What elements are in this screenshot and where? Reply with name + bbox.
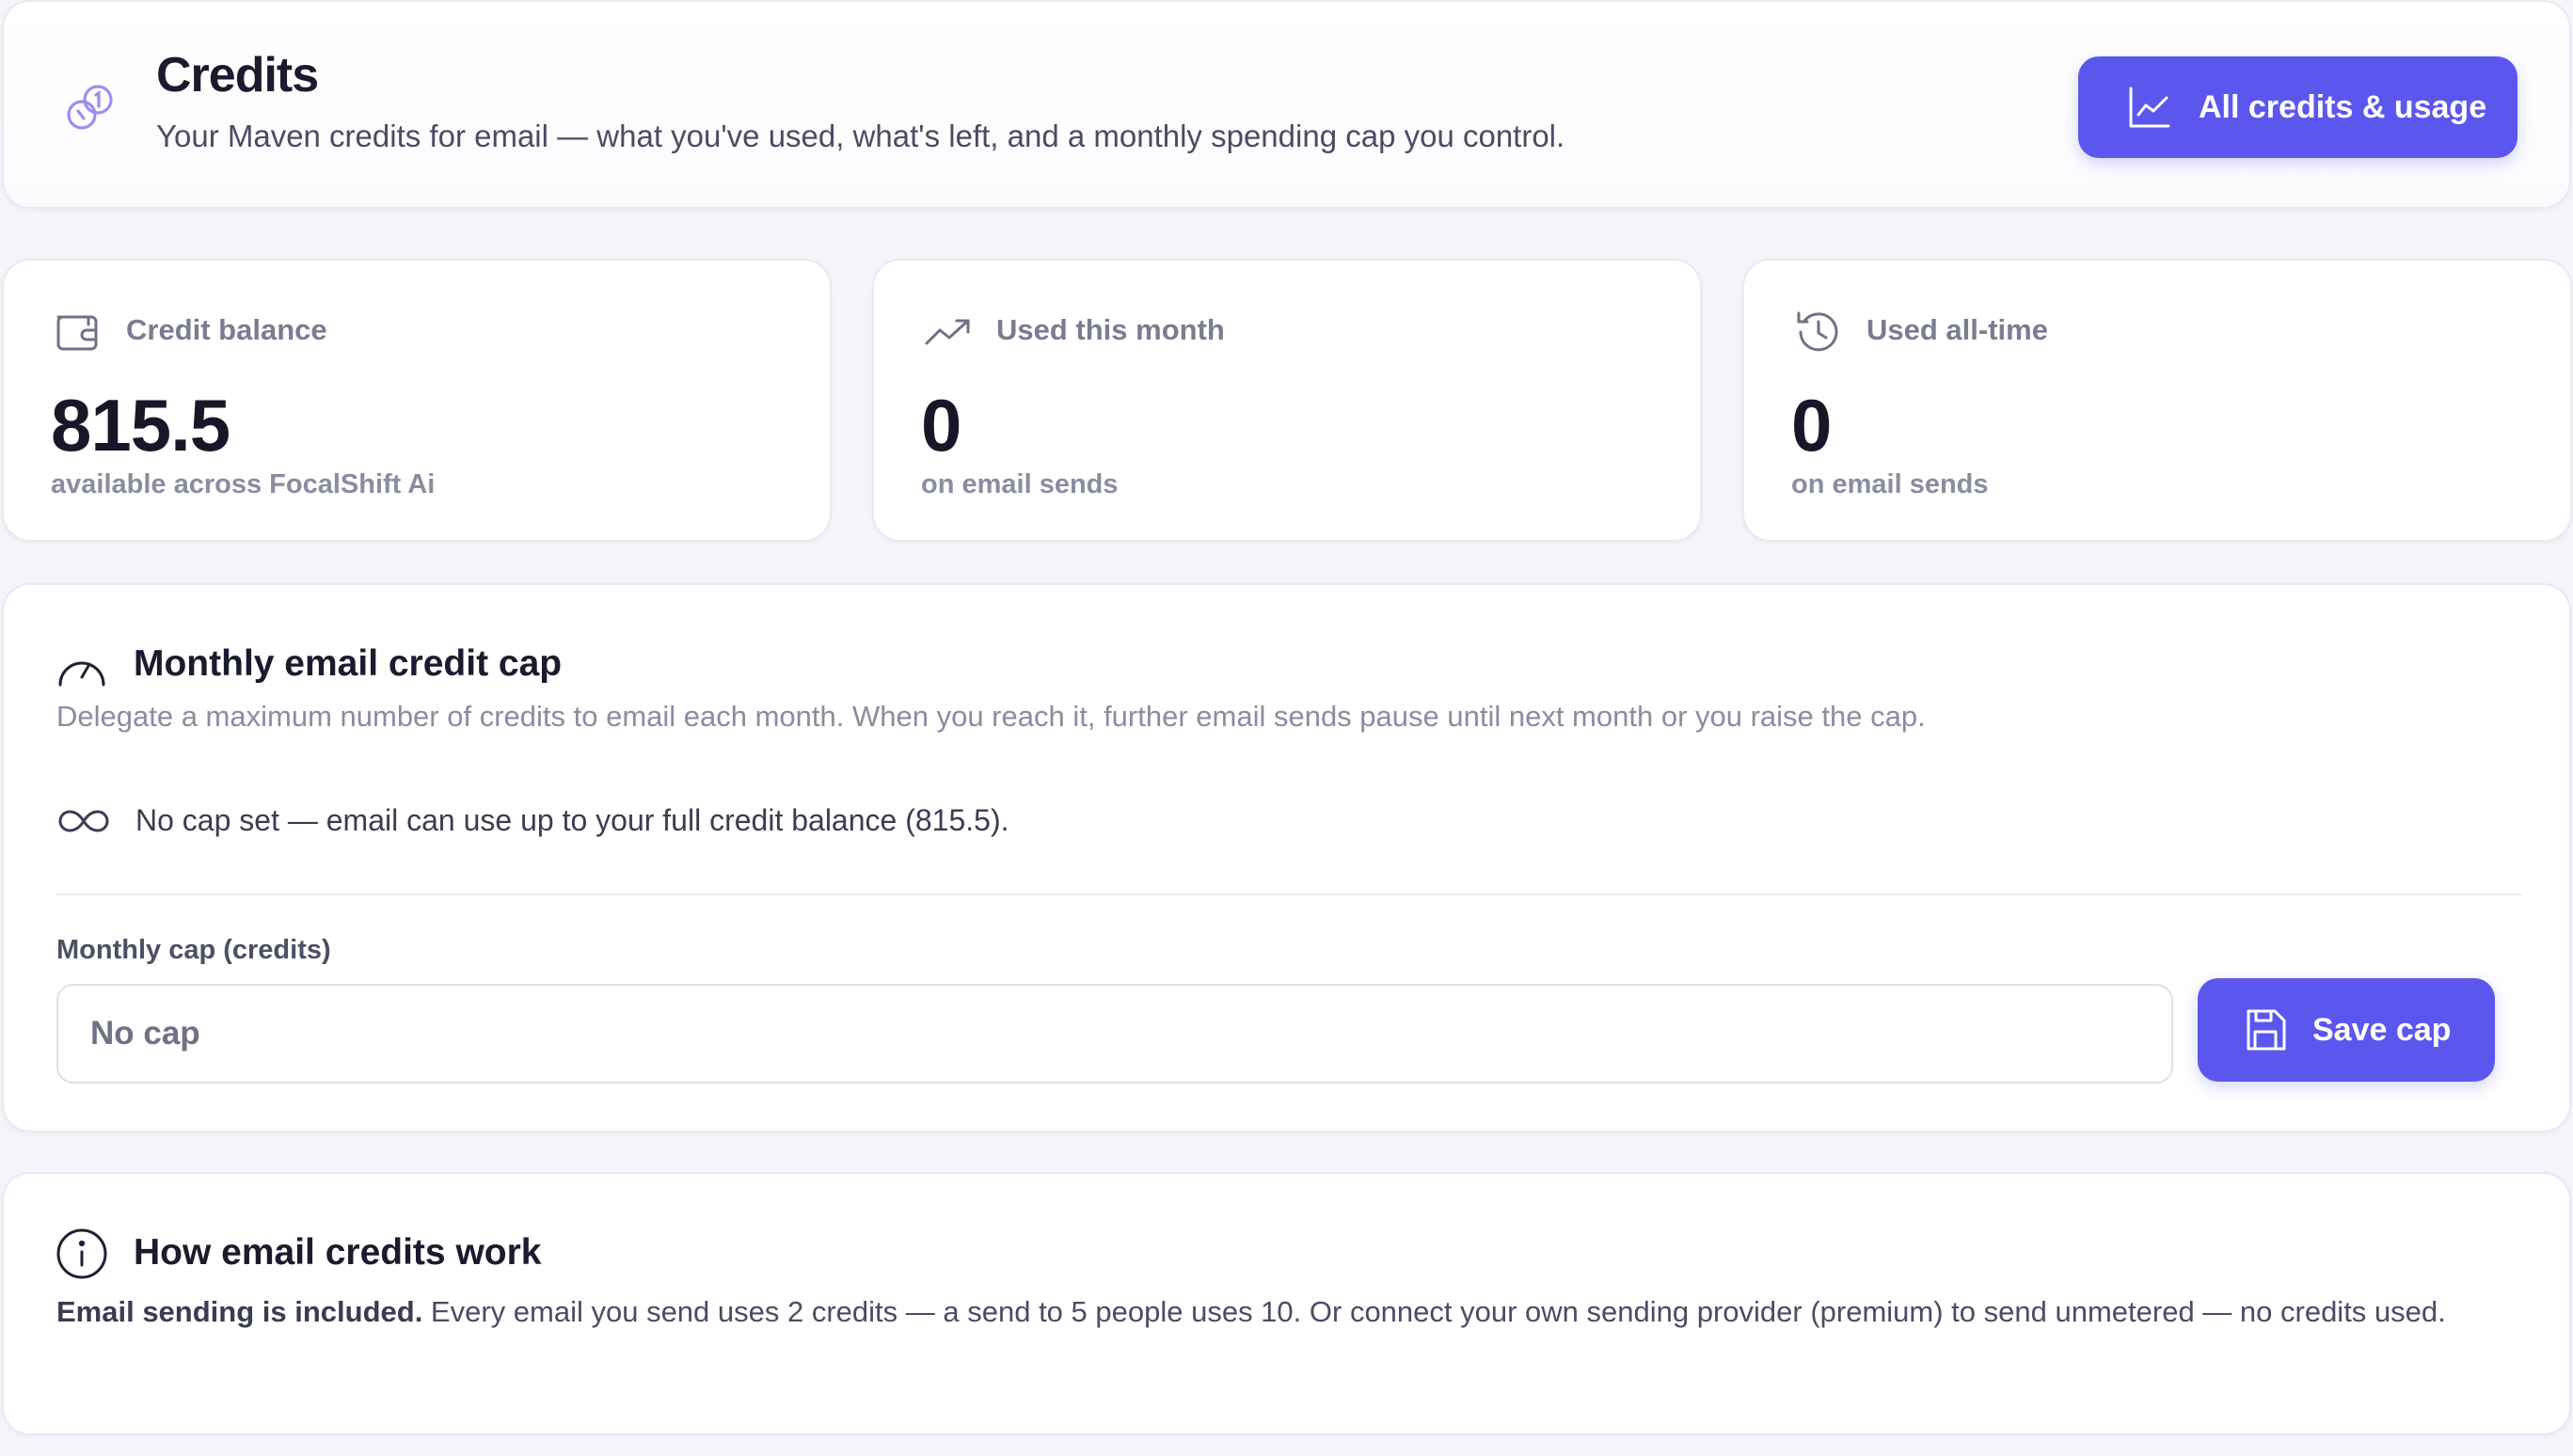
infinity-icon — [58, 809, 109, 832]
used-this-month-note: on email sends — [921, 469, 1119, 499]
credit-balance-value: 815.5 — [51, 384, 230, 467]
save-cap-button[interactable]: Save cap — [2198, 978, 2495, 1082]
wallet-icon — [56, 315, 98, 351]
monthly-cap-field-label: Monthly cap (credits) — [56, 935, 331, 965]
used-all-time-note: on email sends — [1791, 469, 1989, 499]
save-cap-label: Save cap — [2312, 1011, 2452, 1048]
info-icon — [56, 1228, 107, 1279]
monthly-cap-description: Delegate a maximum number of credits to … — [56, 700, 1926, 733]
cap-status-text: No cap set — email can use up to your fu… — [135, 803, 1009, 837]
how-credits-work-card: How email credits work Email sending is … — [2, 1172, 2571, 1435]
used-all-time-label: Used all-time — [1866, 313, 2048, 346]
save-icon — [2247, 1009, 2286, 1051]
all-credits-usage-label: All credits & usage — [2199, 88, 2487, 125]
used-all-time-card: Used all-time 0 on email sends — [1742, 259, 2572, 542]
monthly-cap-title: Monthly email credit cap — [134, 643, 563, 684]
how-lead: Email sending is included. — [56, 1295, 423, 1328]
credit-balance-label: Credit balance — [126, 313, 327, 346]
how-credits-work-title: How email credits work — [134, 1232, 542, 1273]
used-this-month-label: Used this month — [996, 313, 1225, 346]
credits-header-card: Credits Your Maven credits for email — w… — [2, 0, 2571, 209]
monthly-cap-input[interactable] — [56, 984, 2173, 1084]
all-credits-usage-button[interactable]: All credits & usage — [2078, 56, 2517, 158]
credit-balance-note: available across FocalShift Ai — [51, 469, 436, 499]
monthly-cap-card: Monthly email credit cap Delegate a maxi… — [2, 583, 2571, 1132]
how-credits-work-text: Email sending is included. Every email y… — [56, 1289, 2531, 1336]
credit-balance-card: Credit balance 815.5 available across Fo… — [2, 259, 832, 542]
history-icon — [1797, 311, 1838, 352]
cap-status: No cap set — email can use up to your fu… — [56, 803, 1009, 838]
page-subtitle: Your Maven credits for email — what you'… — [156, 119, 1565, 153]
line-chart-icon — [2129, 87, 2170, 128]
used-this-month-card: Used this month 0 on email sends — [872, 259, 1702, 542]
how-body: Every email you send uses 2 credits — a … — [422, 1295, 2446, 1328]
divider — [56, 894, 2521, 895]
page-title: Credits — [156, 48, 319, 103]
gauge-icon — [58, 661, 105, 687]
used-all-time-value: 0 — [1791, 384, 1832, 467]
coins-icon — [67, 85, 113, 130]
trending-up-icon — [925, 319, 970, 345]
used-this-month-value: 0 — [921, 384, 961, 467]
